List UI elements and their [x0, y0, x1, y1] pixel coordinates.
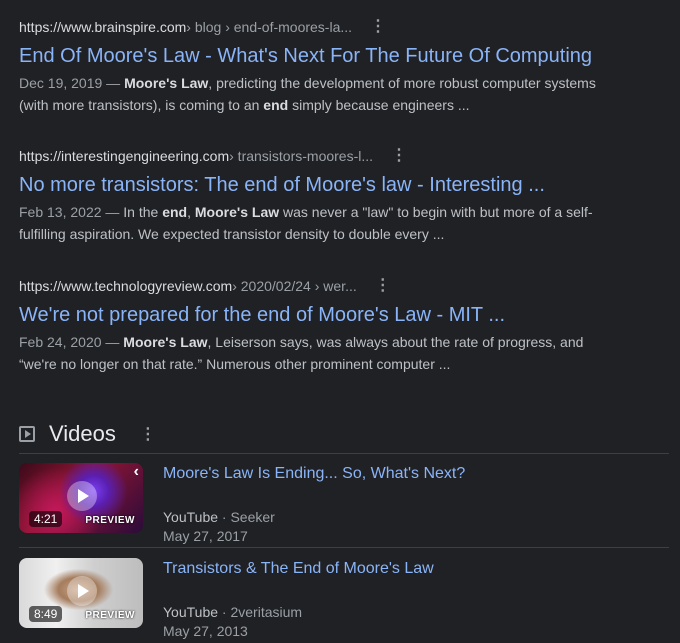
play-icon [67, 481, 97, 511]
search-result: https://interestingengineering.com › tra… [19, 146, 619, 245]
snippet-bold: end [263, 97, 289, 113]
video-channel: 2veritasium [230, 604, 303, 620]
result-title-link[interactable]: End Of Moore's Law - What's Next For The… [19, 43, 619, 69]
video-platform: YouTube [163, 604, 219, 620]
more-options-icon[interactable]: ⋮ [140, 424, 156, 444]
result-snippet: Feb 24, 2020 — Moore's Law, Leiserson sa… [19, 331, 619, 375]
video-play-icon [19, 426, 35, 442]
video-item[interactable]: 8:49 PREVIEW Transistors & The End of Mo… [19, 558, 669, 639]
video-duration: 8:49 [29, 606, 63, 622]
separator: · [218, 604, 231, 620]
videos-heading: Videos [49, 421, 116, 446]
video-title-link[interactable]: Moore's Law Is Ending... So, What's Next… [163, 463, 465, 485]
separator: · [218, 509, 231, 525]
video-source: YouTube · Seeker [163, 507, 275, 527]
preview-label: PREVIEW [85, 610, 135, 621]
video-source: YouTube · 2veritasium [163, 602, 302, 622]
video-platform: YouTube [163, 509, 219, 525]
snippet-bold: end [162, 204, 188, 220]
chevron-left-icon: ‹ [133, 463, 139, 480]
divider [19, 547, 669, 548]
more-options-icon[interactable]: ⋮ [391, 146, 407, 166]
result-date: Dec 19, 2019 — [19, 75, 125, 91]
result-domain: https://interestingengineering.com [19, 148, 230, 164]
result-title-link[interactable]: We're not prepared for the end of Moore'… [19, 302, 619, 328]
result-date: Feb 24, 2020 — [19, 334, 124, 350]
result-snippet: Feb 13, 2022 — In the end, Moore's Law w… [19, 201, 619, 245]
result-path: › transistors-moores-l... [229, 148, 374, 164]
search-result: https://www.technologyreview.com › 2020/… [19, 276, 619, 375]
snippet-bold: Moore's Law [124, 75, 209, 91]
video-item[interactable]: ‹ 4:21 PREVIEW Moore's Law Is Ending... … [19, 463, 669, 544]
result-path: › 2020/02/24 › wer... [232, 278, 357, 294]
result-path: › blog › end-of-moores-la... [186, 19, 353, 35]
play-icon [67, 576, 97, 606]
result-citation[interactable]: https://interestingengineering.com › tra… [19, 146, 619, 166]
result-domain: https://www.brainspire.com [19, 19, 187, 35]
video-channel: Seeker [230, 509, 275, 525]
snippet-text: simply because engineers ... [288, 97, 470, 113]
divider [19, 453, 669, 454]
search-result: https://www.brainspire.com › blog › end-… [19, 17, 619, 116]
result-domain: https://www.technologyreview.com [19, 278, 233, 294]
snippet-bold: Moore's Law [123, 334, 208, 350]
result-title-link[interactable]: No more transistors: The end of Moore's … [19, 172, 619, 198]
result-snippet: Dec 19, 2019 — Moore's Law, predicting t… [19, 72, 619, 116]
more-options-icon[interactable]: ⋮ [375, 276, 391, 296]
video-thumbnail[interactable]: 8:49 PREVIEW [19, 558, 143, 628]
preview-label: PREVIEW [85, 515, 135, 526]
video-title-link[interactable]: Transistors & The End of Moore's Law [163, 558, 434, 580]
video-date: May 27, 2017 [163, 528, 248, 544]
snippet-bold: Moore's Law [194, 204, 280, 220]
video-date: May 27, 2013 [163, 623, 248, 639]
result-citation[interactable]: https://www.brainspire.com › blog › end-… [19, 17, 619, 37]
snippet-text: In the [123, 204, 163, 220]
result-date: Feb 13, 2022 — [19, 204, 124, 220]
result-citation[interactable]: https://www.technologyreview.com › 2020/… [19, 276, 619, 296]
video-thumbnail[interactable]: ‹ 4:21 PREVIEW [19, 463, 143, 533]
more-options-icon[interactable]: ⋮ [370, 17, 386, 37]
videos-section-header: Videos ⋮ [19, 416, 669, 452]
video-duration: 4:21 [29, 511, 63, 527]
snippet-text: , [187, 204, 195, 220]
